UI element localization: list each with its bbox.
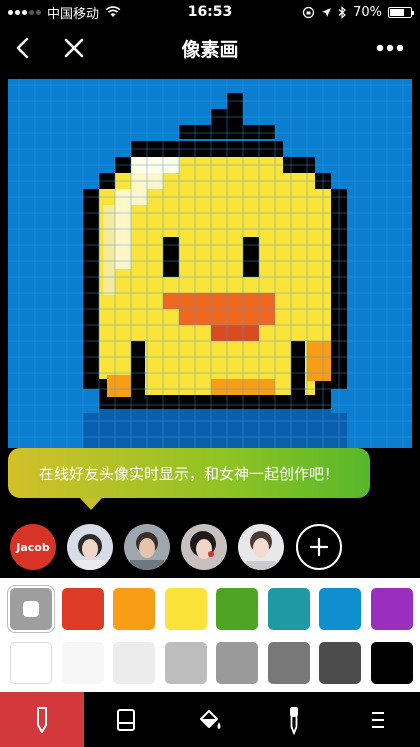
avatar-friend-4[interactable] [238, 524, 284, 570]
eyedropper-icon [290, 706, 298, 735]
color-swatch[interactable] [370, 642, 413, 684]
color-swatch[interactable] [267, 642, 310, 684]
menu-icon [372, 711, 384, 728]
avatar-friend-1[interactable] [67, 524, 113, 570]
menu-tool-button[interactable] [336, 692, 420, 747]
nav-bar: 像素画 [0, 24, 420, 72]
color-swatch[interactable] [10, 642, 52, 684]
location-icon [322, 7, 332, 17]
avatar-friend-2[interactable] [124, 524, 170, 570]
color-swatch[interactable] [216, 642, 258, 684]
avatar-me-label: Jacob [16, 540, 50, 554]
color-swatch[interactable] [319, 642, 361, 684]
selected-swatch-marker [23, 601, 39, 617]
avatar-me[interactable]: Jacob [10, 524, 56, 570]
color-swatch[interactable] [267, 588, 310, 630]
plus-icon [309, 537, 329, 557]
color-swatch[interactable] [164, 588, 207, 630]
color-swatch[interactable] [10, 588, 52, 630]
eraser-tool-button[interactable] [84, 692, 168, 747]
add-friend-button[interactable] [296, 524, 342, 570]
color-swatch[interactable] [319, 588, 361, 630]
fill-bucket-icon [200, 709, 221, 729]
color-swatch[interactable] [113, 642, 155, 684]
fill-tool-button[interactable] [168, 692, 252, 747]
color-swatch[interactable] [164, 642, 207, 684]
tip-arrow [80, 498, 102, 510]
collaborator-row: Jacob [0, 516, 420, 578]
eraser-icon [117, 708, 135, 731]
status-bar: 中国移动 16:53 70% [0, 0, 420, 24]
color-swatch[interactable] [216, 588, 258, 630]
color-swatch[interactable] [370, 588, 413, 630]
color-palette [0, 578, 420, 692]
eyedropper-tool-button[interactable] [252, 692, 336, 747]
battery-icon [388, 6, 414, 18]
tip-bubble: 在线好友头像实时显示，和女神一起创作吧！ [8, 448, 370, 498]
color-swatch[interactable] [61, 588, 104, 630]
color-swatch[interactable] [113, 588, 155, 630]
avatar-friend-3[interactable] [181, 524, 227, 570]
pencil-icon [37, 706, 47, 733]
color-swatch[interactable] [61, 642, 104, 684]
pixel-canvas[interactable] [8, 79, 412, 448]
tip-text: 在线好友头像实时显示，和女神一起创作吧！ [38, 464, 339, 483]
status-right: 70% [302, 4, 414, 20]
more-icon[interactable] [372, 32, 408, 64]
bottom-toolbar [0, 692, 420, 747]
page-title: 像素画 [181, 39, 239, 61]
rotation-lock-icon [302, 6, 315, 18]
bluetooth-icon [338, 5, 347, 19]
battery-percent: 70% [353, 4, 382, 20]
pencil-tool-button[interactable] [0, 692, 84, 747]
